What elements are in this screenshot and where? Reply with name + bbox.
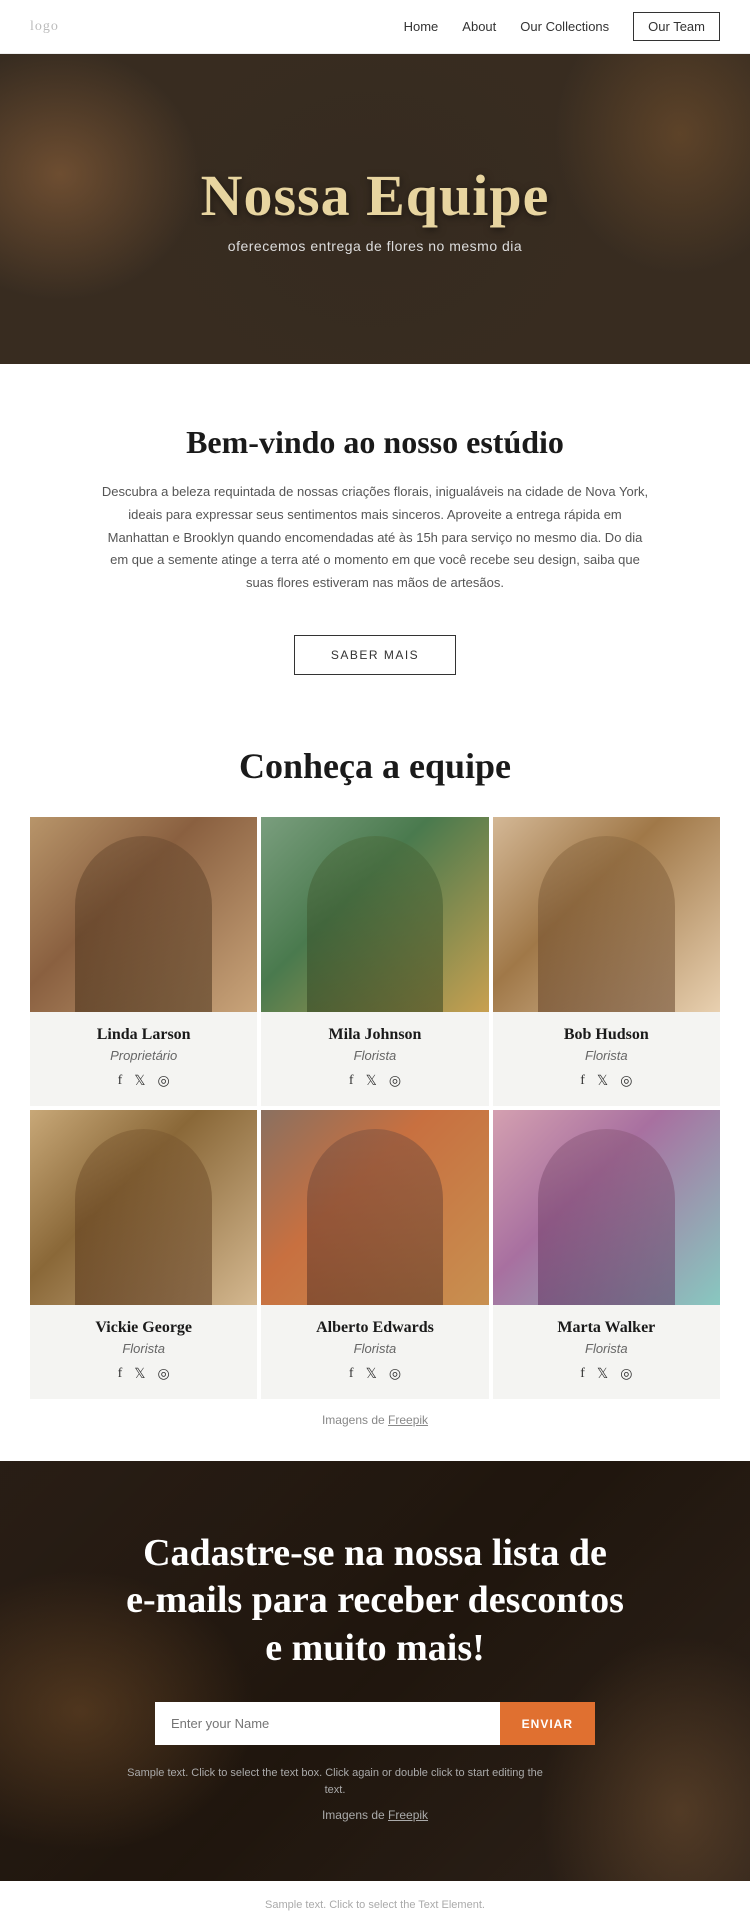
saber-mais-button[interactable]: SABER MAIS <box>294 635 456 675</box>
facebook-icon[interactable]: f <box>580 1073 585 1090</box>
nav-link-about[interactable]: About <box>462 19 496 34</box>
facebook-icon[interactable]: f <box>580 1366 585 1383</box>
welcome-section: Bem-vindo ao nosso estúdio Descubra a be… <box>0 364 750 725</box>
team-role-linda: Proprietário <box>40 1048 247 1063</box>
facebook-icon[interactable]: f <box>349 1073 354 1090</box>
newsletter-section: Cadastre-se na nossa lista de e-mails pa… <box>0 1461 750 1881</box>
team-card-vickie: Vickie George Florista f 𝕏 ◎ <box>30 1110 257 1399</box>
twitter-icon[interactable]: 𝕏 <box>366 1073 377 1090</box>
team-photo-mila <box>261 817 488 1012</box>
footer: Sample text. Click to select the Text El… <box>0 1881 750 1929</box>
instagram-icon[interactable]: ◎ <box>389 1366 401 1383</box>
twitter-icon[interactable]: 𝕏 <box>134 1073 145 1090</box>
nav-links: Home About Our Collections Our Team <box>404 12 720 41</box>
instagram-icon[interactable]: ◎ <box>620 1366 632 1383</box>
team-card-mila: Mila Johnson Florista f 𝕏 ◎ <box>261 817 488 1106</box>
instagram-icon[interactable]: ◎ <box>389 1073 401 1090</box>
team-info-bob: Bob Hudson Florista f 𝕏 ◎ <box>493 1012 720 1106</box>
facebook-icon[interactable]: f <box>118 1073 123 1090</box>
team-card-linda: Linda Larson Proprietário f 𝕏 ◎ <box>30 817 257 1106</box>
welcome-text: Descubra a beleza requintada de nossas c… <box>100 481 650 595</box>
instagram-icon[interactable]: ◎ <box>158 1073 170 1090</box>
team-info-mila: Mila Johnson Florista f 𝕏 ◎ <box>261 1012 488 1106</box>
newsletter-submit-button[interactable]: ENVIAR <box>500 1702 595 1745</box>
team-name-marta: Marta Walker <box>503 1319 710 1337</box>
team-photo-marta <box>493 1110 720 1305</box>
team-socials-vickie: f 𝕏 ◎ <box>40 1366 247 1383</box>
team-section: Conheça a equipe Linda Larson Proprietár… <box>0 725 750 1461</box>
nav-link-collections[interactable]: Our Collections <box>520 19 609 34</box>
team-role-bob: Florista <box>503 1048 710 1063</box>
facebook-icon[interactable]: f <box>118 1366 123 1383</box>
facebook-icon[interactable]: f <box>349 1366 354 1383</box>
logo: logo <box>30 19 59 35</box>
team-name-vickie: Vickie George <box>40 1319 247 1337</box>
team-socials-linda: f 𝕏 ◎ <box>40 1073 247 1090</box>
twitter-icon[interactable]: 𝕏 <box>597 1073 608 1090</box>
nav-link-home[interactable]: Home <box>404 19 439 34</box>
hero-subtitle: oferecemos entrega de flores no mesmo di… <box>201 238 550 254</box>
team-role-mila: Florista <box>271 1048 478 1063</box>
team-socials-bob: f 𝕏 ◎ <box>503 1073 710 1090</box>
twitter-icon[interactable]: 𝕏 <box>597 1366 608 1383</box>
team-info-linda: Linda Larson Proprietário f 𝕏 ◎ <box>30 1012 257 1106</box>
newsletter-title: Cadastre-se na nossa lista de e-mails pa… <box>125 1530 625 1673</box>
team-socials-mila: f 𝕏 ◎ <box>271 1073 478 1090</box>
team-card-marta: Marta Walker Florista f 𝕏 ◎ <box>493 1110 720 1399</box>
team-role-vickie: Florista <box>40 1341 247 1356</box>
team-photo-linda <box>30 817 257 1012</box>
team-role-alberto: Florista <box>271 1341 478 1356</box>
footer-sample-text: Sample text. Click to select the Text El… <box>265 1899 485 1911</box>
team-role-marta: Florista <box>503 1341 710 1356</box>
freepik-link[interactable]: Freepik <box>388 1413 428 1427</box>
team-card-alberto: Alberto Edwards Florista f 𝕏 ◎ <box>261 1110 488 1399</box>
newsletter-input[interactable] <box>155 1702 500 1745</box>
instagram-icon[interactable]: ◎ <box>620 1073 632 1090</box>
team-grid: Linda Larson Proprietário f 𝕏 ◎ Mila Joh… <box>30 817 720 1399</box>
team-name-bob: Bob Hudson <box>503 1026 710 1044</box>
team-info-marta: Marta Walker Florista f 𝕏 ◎ <box>493 1305 720 1399</box>
newsletter-sample-text: Sample text. Click to select the text bo… <box>125 1765 545 1798</box>
newsletter-freepik-link[interactable]: Freepik <box>388 1808 428 1822</box>
twitter-icon[interactable]: 𝕏 <box>134 1366 145 1383</box>
instagram-icon[interactable]: ◎ <box>158 1366 170 1383</box>
team-info-vickie: Vickie George Florista f 𝕏 ◎ <box>30 1305 257 1399</box>
team-photo-vickie <box>30 1110 257 1305</box>
hero-section: Nossa Equipe oferecemos entrega de flore… <box>0 54 750 364</box>
newsletter-form: ENVIAR <box>155 1702 595 1745</box>
navbar: logo Home About Our Collections Our Team <box>0 0 750 54</box>
team-socials-marta: f 𝕏 ◎ <box>503 1366 710 1383</box>
team-name-mila: Mila Johnson <box>271 1026 478 1044</box>
team-socials-alberto: f 𝕏 ◎ <box>271 1366 478 1383</box>
team-title: Conheça a equipe <box>30 745 720 787</box>
hero-title: Nossa Equipe <box>201 164 550 228</box>
team-name-alberto: Alberto Edwards <box>271 1319 478 1337</box>
team-name-linda: Linda Larson <box>40 1026 247 1044</box>
team-card-bob: Bob Hudson Florista f 𝕏 ◎ <box>493 817 720 1106</box>
twitter-icon[interactable]: 𝕏 <box>366 1366 377 1383</box>
team-photo-alberto <box>261 1110 488 1305</box>
welcome-title: Bem-vindo ao nosso estúdio <box>100 424 650 461</box>
team-photo-bob <box>493 817 720 1012</box>
hero-content: Nossa Equipe oferecemos entrega de flore… <box>201 164 550 254</box>
team-info-alberto: Alberto Edwards Florista f 𝕏 ◎ <box>261 1305 488 1399</box>
team-freepik-note: Imagens de Freepik <box>30 1399 720 1431</box>
newsletter-content: Cadastre-se na nossa lista de e-mails pa… <box>125 1530 625 1823</box>
newsletter-freepik-note: Imagens de Freepik <box>125 1808 625 1822</box>
nav-link-team[interactable]: Our Team <box>633 12 720 41</box>
